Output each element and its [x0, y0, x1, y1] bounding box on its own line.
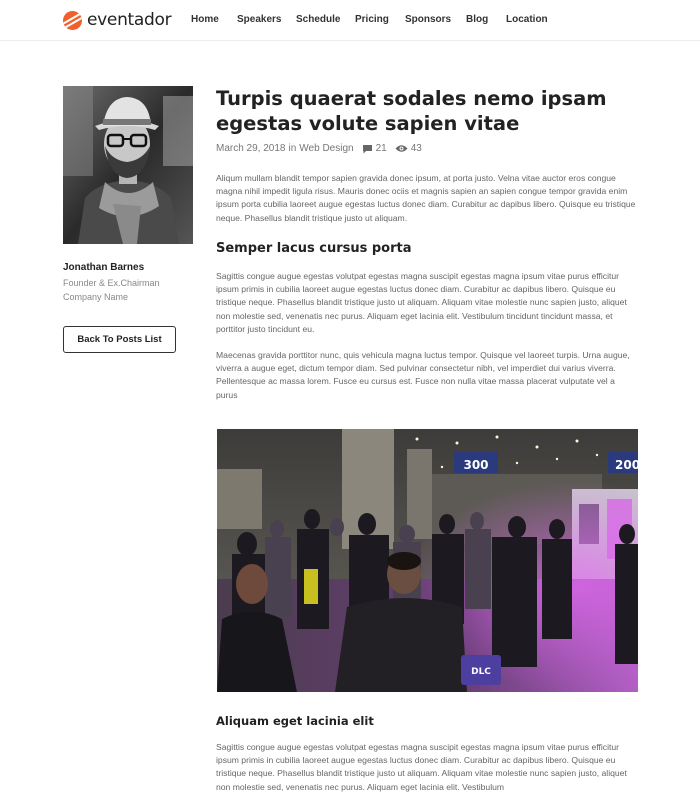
nav-item-home[interactable]: Home: [191, 14, 237, 25]
view-count: 43: [410, 143, 422, 154]
section-heading: Semper lacus cursus porta: [216, 241, 412, 256]
nav-item-pricing[interactable]: Pricing: [355, 14, 405, 25]
nav-item-sponsors[interactable]: Sponsors: [405, 14, 466, 25]
nav-item-blog[interactable]: Blog: [466, 14, 506, 25]
bag-badge: DLC: [471, 667, 491, 677]
back-to-posts-button[interactable]: Back To Posts List: [63, 326, 176, 353]
main-nav: Home Speakers Schedule Pricing Sponsors …: [191, 14, 556, 25]
eye-icon: [395, 145, 408, 152]
logo[interactable]: eventador: [63, 10, 172, 30]
post-paragraph: Maecenas gravida porttitor nunc, quis ve…: [216, 350, 630, 400]
post-paragraph: Sagittis congue augue egestas volutpat e…: [216, 271, 627, 334]
post-meta: March 29, 2018 in Web Design 21 43: [216, 143, 422, 154]
comment-count: 21: [375, 143, 387, 154]
logo-mark-icon: [63, 10, 82, 30]
post-comments[interactable]: 21: [362, 143, 387, 154]
comment-icon: [362, 144, 372, 153]
nav-item-schedule[interactable]: Schedule: [296, 14, 355, 25]
author-company: Company Name: [63, 292, 129, 302]
section-heading: Aliquam eget lacinia elit: [216, 714, 374, 728]
post-paragraph: Sagittis congue augue egestas volutpat e…: [216, 742, 627, 792]
author-portrait-image: [63, 86, 193, 244]
site-header: eventador Home Speakers Schedule Pricing…: [0, 0, 700, 41]
post-title: Turpis quaerat sodales nemo ipsam egesta…: [216, 87, 607, 135]
nav-item-speakers[interactable]: Speakers: [237, 14, 296, 25]
author-name: Jonathan Barnes: [63, 262, 145, 273]
logo-text: eventador: [87, 10, 172, 30]
author-avatar: [63, 86, 193, 244]
post-date: March 29, 2018: [216, 143, 286, 154]
post-in-word: in: [288, 143, 297, 154]
post-views: 43: [395, 143, 422, 154]
event-photo: 300 200 DLC: [217, 429, 638, 692]
post-intro-paragraph: Aliqum mullam blandit tempor sapien grav…: [216, 173, 636, 223]
author-role: Founder & Ex.Chairman: [63, 278, 160, 288]
nav-item-location[interactable]: Location: [506, 14, 556, 25]
expo-crowd-image: 300 200 DLC: [217, 429, 638, 692]
post-category-link[interactable]: Web Design: [299, 143, 353, 154]
